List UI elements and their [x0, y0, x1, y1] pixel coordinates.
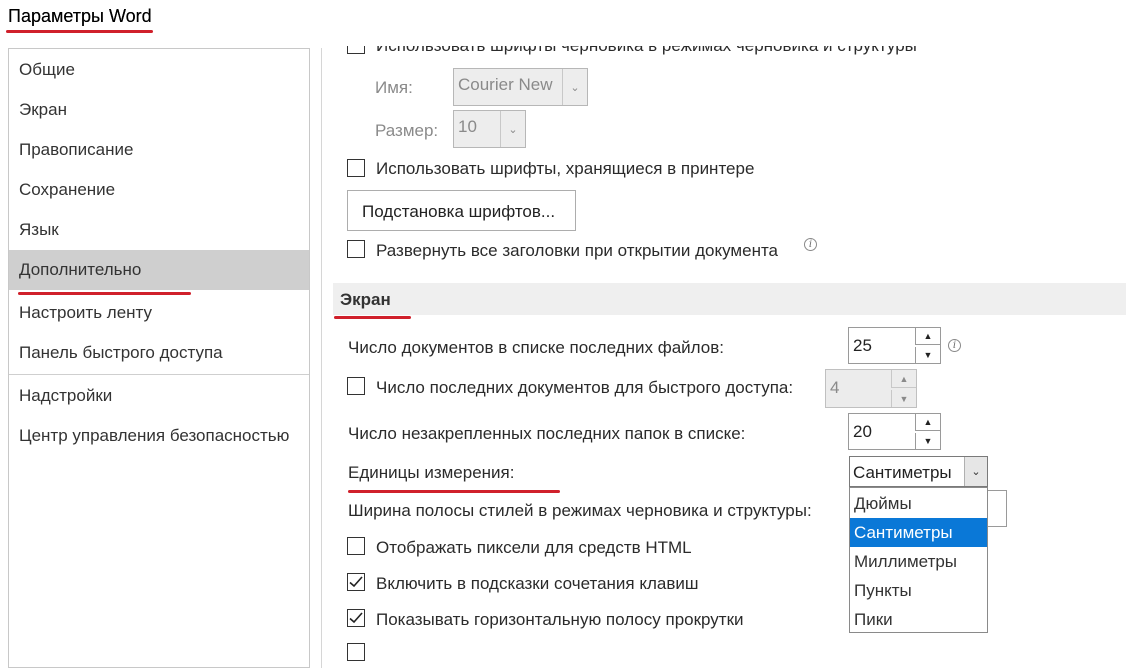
- spin-down-icon[interactable]: ▼: [915, 347, 940, 363]
- unpinned-folders-value: 20: [853, 422, 872, 441]
- font-name-value: Courier New: [458, 75, 553, 94]
- sidebar-item-quick-access-toolbar[interactable]: Панель быстрого доступа: [9, 333, 309, 373]
- units-select[interactable]: Сантиметры ⌄: [849, 456, 988, 487]
- units-option-millimeters[interactable]: Миллиметры: [850, 547, 987, 576]
- font-name-combo[interactable]: Courier New ⌄: [453, 68, 588, 106]
- advanced-underline-mark: [18, 292, 191, 295]
- sidebar: Общие Экран Правописание Сохранение Язык…: [8, 48, 310, 668]
- units-underline-mark: [348, 490, 560, 493]
- expand-headings-checkbox[interactable]: [347, 240, 365, 258]
- html-pixels-checkbox[interactable]: [347, 537, 365, 555]
- checkmark-icon: [349, 612, 363, 624]
- horizontal-scroll-checkbox[interactable]: [347, 609, 365, 627]
- spin-down-icon[interactable]: ▼: [891, 390, 916, 407]
- unpinned-folders-spinner[interactable]: 20 ▲ ▼: [848, 413, 941, 450]
- sidebar-item-customize-ribbon[interactable]: Настроить ленту: [9, 293, 309, 333]
- units-dropdown-list: Дюймы Сантиметры Миллиметры Пункты Пики: [849, 487, 988, 633]
- horizontal-scroll-label: Показывать горизонтальную полосу прокрут…: [376, 610, 744, 629]
- sidebar-item-language[interactable]: Язык: [9, 210, 309, 250]
- display-section-header: [333, 283, 1126, 315]
- units-option-picas[interactable]: Пики: [850, 605, 987, 634]
- chevron-down-icon: ⌄: [562, 69, 587, 105]
- recent-docs-value: 25: [853, 336, 872, 355]
- next-option-checkbox[interactable]: [347, 643, 365, 661]
- spin-up-icon[interactable]: ▲: [915, 414, 940, 431]
- units-label: Единицы измерения:: [348, 463, 515, 482]
- sidebar-item-trust-center[interactable]: Центр управления безопасностью: [9, 416, 309, 456]
- section-underline-mark: [334, 316, 411, 319]
- font-substitution-button[interactable]: Подстановка шрифтов...: [347, 190, 576, 231]
- shortcut-keys-checkbox[interactable]: [347, 573, 365, 591]
- checkmark-icon: [349, 576, 363, 588]
- html-pixels-label: Отображать пиксели для средств HTML: [376, 538, 692, 557]
- quick-access-spinner[interactable]: 4 ▲ ▼: [825, 369, 917, 408]
- shortcut-keys-label: Включить в подсказки сочетания клавиш: [376, 574, 699, 593]
- display-section-title: Экран: [340, 290, 391, 309]
- font-name-label: Имя:: [375, 78, 413, 97]
- sidebar-divider: [9, 374, 309, 375]
- units-option-centimeters[interactable]: Сантиметры: [850, 518, 987, 547]
- sidebar-item-advanced[interactable]: Дополнительно: [9, 250, 309, 290]
- style-area-label: Ширина полосы стилей в режимах черновика…: [348, 501, 812, 520]
- font-size-value: 10: [458, 117, 477, 136]
- printer-fonts-checkbox[interactable]: [347, 159, 365, 177]
- font-size-combo[interactable]: 10 ⌄: [453, 110, 526, 148]
- sidebar-item-save[interactable]: Сохранение: [9, 170, 309, 210]
- quick-access-label: Число последних документов для быстрого …: [376, 378, 794, 397]
- recent-docs-spinner[interactable]: 25 ▲ ▼: [848, 327, 941, 364]
- quick-access-value: 4: [830, 378, 840, 397]
- panel-divider: [321, 48, 322, 668]
- units-select-value: Сантиметры: [853, 463, 952, 482]
- spin-up-icon[interactable]: ▲: [915, 328, 940, 345]
- font-size-label: Размер:: [375, 121, 439, 140]
- printer-fonts-label: Использовать шрифты, хранящиеся в принте…: [376, 159, 755, 178]
- spin-down-icon[interactable]: ▼: [915, 433, 940, 449]
- info-icon[interactable]: i: [948, 339, 961, 352]
- info-icon[interactable]: i: [804, 238, 817, 251]
- spin-up-icon[interactable]: ▲: [891, 370, 916, 388]
- recent-docs-label: Число документов в списке последних файл…: [348, 338, 724, 357]
- window-title-overlay: Параметры Word: [8, 6, 152, 26]
- style-area-input[interactable]: [985, 490, 1007, 527]
- sidebar-item-general[interactable]: Общие: [9, 50, 309, 90]
- chevron-down-icon[interactable]: ⌄: [964, 457, 987, 486]
- quick-access-checkbox[interactable]: [347, 377, 365, 395]
- expand-headings-label: Развернуть все заголовки при открытии до…: [376, 241, 779, 260]
- chevron-down-icon: ⌄: [500, 111, 525, 147]
- units-option-inches[interactable]: Дюймы: [850, 489, 987, 518]
- scroll-clip: [322, 0, 1126, 46]
- units-option-points[interactable]: Пункты: [850, 576, 987, 605]
- sidebar-item-addins[interactable]: Надстройки: [9, 376, 309, 416]
- unpinned-folders-label: Число незакрепленных последних папок в с…: [348, 424, 746, 443]
- sidebar-item-display[interactable]: Экран: [9, 90, 309, 130]
- sidebar-item-proofing[interactable]: Правописание: [9, 130, 309, 170]
- title-underline-mark: [6, 30, 153, 33]
